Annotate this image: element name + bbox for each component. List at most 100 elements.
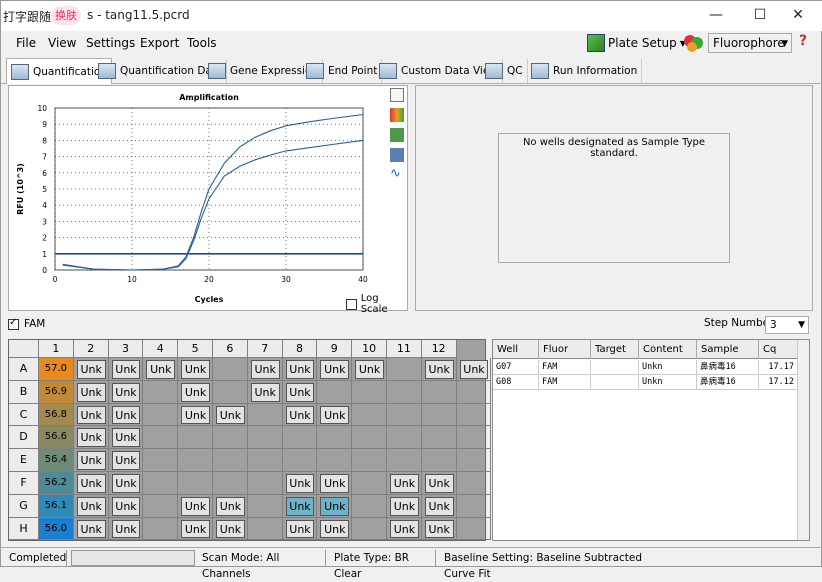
plate-well-cell[interactable] [352,517,387,541]
plate-well[interactable]: Unk [250,382,280,402]
plate-well[interactable]: Unk [320,496,350,516]
plate-well[interactable]: Unk [320,519,350,539]
plate-well-cell[interactable] [456,449,492,472]
plate-well-cell[interactable] [247,472,283,495]
plate-column-header[interactable]: 2 [73,340,109,358]
plate-well-cell[interactable] [247,449,283,472]
plate-well[interactable]: Unk [111,451,141,470]
plate-well[interactable]: Unk [424,519,454,539]
plate-well-cell[interactable] [387,449,422,472]
plate-well-cell[interactable] [143,472,179,495]
plate-well[interactable]: Unk [111,382,141,402]
plate-column-header[interactable]: 6 [213,340,248,358]
skin-button[interactable]: 换肤 [51,6,81,25]
plate-well[interactable]: Unk [111,405,141,425]
plate-well-cell[interactable] [421,449,457,472]
plate-well[interactable]: Unk [285,382,315,402]
plate-column-header[interactable]: 4 [143,340,179,358]
plate-well-cell[interactable] [317,449,353,472]
image-icon[interactable] [390,148,404,162]
plate-well-cell[interactable] [456,472,492,495]
curve-icon[interactable]: ∿ [390,167,404,182]
plate-well-cell[interactable] [178,426,213,450]
column-well[interactable]: Well [493,340,539,359]
plate-row-header[interactable]: D [9,426,39,450]
result-cell[interactable]: 鼻病毒16 [697,360,759,375]
plate-well-cell[interactable] [143,403,179,427]
plate-well-cell[interactable] [143,380,179,404]
plate-well[interactable]: Unk [181,382,210,402]
plate-well-cell[interactable] [317,426,353,450]
plate-well[interactable]: Unk [285,405,315,425]
plate-well-cell[interactable] [247,517,283,541]
plate-row-header[interactable]: E [9,449,39,472]
plate-well-cell[interactable] [421,426,457,450]
fam-filter[interactable]: FAM [8,315,45,333]
plate-well[interactable]: Unk [355,360,384,379]
plate-well[interactable]: Unk [285,519,315,539]
plate-well-cell[interactable] [456,517,492,541]
result-cell[interactable]: 17.12 [759,375,799,390]
plate-well[interactable]: Unk [146,360,176,379]
minimize-button[interactable]: — [701,5,731,25]
result-cell[interactable]: FAM [539,360,591,375]
plate-column-header[interactable]: 7 [247,340,283,358]
tab-end-point[interactable]: End Point [302,59,383,83]
results-scrollbar[interactable] [797,340,809,540]
plate-well[interactable]: Unk [76,451,106,470]
plate-well-cell[interactable] [456,494,492,518]
plate-well[interactable]: Unk [76,519,106,539]
plate-row-header[interactable]: A [9,358,39,381]
column-cq[interactable]: Cq [759,340,799,359]
help-icon[interactable]: ? [799,33,807,49]
plate-well-cell[interactable] [456,380,492,404]
plate-column-header[interactable]: 5 [178,340,213,358]
plate-well-cell[interactable] [213,358,248,381]
plate-well[interactable]: Unk [111,474,141,493]
plate-row-header[interactable]: F [9,472,39,495]
colors-icon[interactable] [390,108,404,122]
plate-well-cell[interactable] [352,403,387,427]
plate-well-cell[interactable] [456,403,492,427]
tab-run-information[interactable]: Run Information [527,59,643,83]
plate-column-header[interactable]: 3 [108,340,144,358]
plate-well[interactable]: Unk [285,474,315,493]
plate-column-header[interactable]: 12 [421,340,457,358]
plate-well[interactable]: Unk [285,360,315,379]
plate-well[interactable]: Unk [111,428,141,448]
plate-well-cell[interactable] [143,426,179,450]
step-number-dropdown[interactable]: 3 ▼ [765,316,809,334]
column-sample[interactable]: Sample [697,340,759,359]
plate-well-cell[interactable] [213,380,248,404]
plate-well-cell[interactable] [421,380,457,404]
result-cell[interactable]: Unkn [639,375,697,390]
plate-well-cell[interactable] [213,449,248,472]
plate-well-cell[interactable] [387,426,422,450]
result-cell[interactable]: 鼻病毒16 [697,375,759,390]
plate-well[interactable]: Unk [390,496,419,516]
column-fluor[interactable]: Fluor [539,340,591,359]
result-cell[interactable] [591,375,639,390]
column-target[interactable]: Target [591,340,639,359]
copy-icon[interactable] [390,88,404,102]
plate-well[interactable]: Unk [76,428,106,448]
plate-well[interactable]: Unk [216,405,245,425]
menu-view[interactable]: View [48,36,76,50]
plate-well[interactable]: Unk [76,496,106,516]
maximize-button[interactable]: ☐ [745,5,775,25]
result-cell[interactable]: 17.17 [759,360,799,375]
result-cell[interactable]: G08 [493,375,539,390]
plate-well-cell[interactable] [352,494,387,518]
plate-well[interactable]: Unk [424,474,454,493]
plate-well-cell[interactable] [282,449,318,472]
plate-well[interactable]: Unk [76,382,106,402]
plate-well-cell[interactable] [456,426,492,450]
plate-well-cell[interactable] [317,380,353,404]
plate-well[interactable]: Unk [216,519,245,539]
plate-well[interactable]: Unk [111,496,141,516]
plate-well[interactable]: Unk [181,519,210,539]
plate-well-cell[interactable] [178,449,213,472]
plate-well[interactable]: Unk [285,496,315,516]
plate-well-cell[interactable] [421,403,457,427]
plate-well-cell[interactable] [352,426,387,450]
